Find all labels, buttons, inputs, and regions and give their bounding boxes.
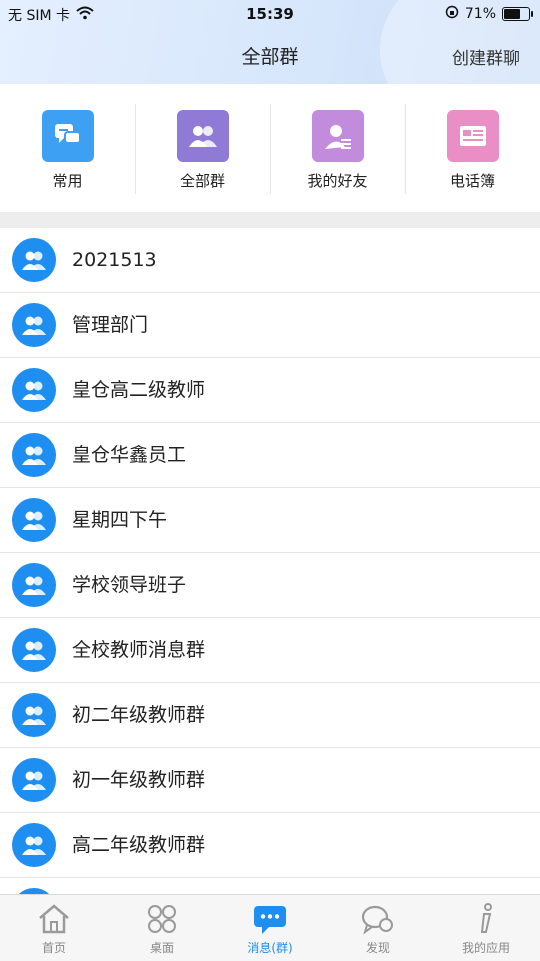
tab-my-apps[interactable]: 我的应用 [432,895,540,961]
group-row[interactable]: 皇仓华鑫员工 [0,423,540,488]
rotation-lock-icon [445,5,459,23]
battery-text: 71% [464,6,496,22]
group-name: 星期四下午 [72,509,168,531]
group-row[interactable]: 学校领导班子 [0,553,540,618]
group-name: 全校教师消息群 [72,639,206,661]
group-name: 管理部门 [72,314,149,336]
group-row[interactable]: 全校教师消息群 [0,618,540,683]
tab-home[interactable]: 首页 [0,895,108,961]
group-row[interactable]: 2021513 [0,228,540,293]
chat-bubbles-icon [41,110,94,162]
group-avatar-icon [12,433,56,477]
tab-label: 首页 [41,941,66,955]
message-icon [250,901,290,937]
quick-actions: 常用 全部群 我的好友 电话簿 [0,84,540,212]
create-group-button[interactable]: 创建群聊 [452,44,520,69]
status-right: 71% [445,5,533,23]
group-row[interactable]: 初一年级教师群 [0,748,540,813]
group-name: 初一年级教师群 [72,769,206,791]
group-name: 学校领导班子 [72,574,187,596]
group-avatar-icon [12,628,56,672]
discover-icon [358,901,398,937]
group-avatar-icon [12,368,56,412]
quick-label: 电话簿 [449,172,495,190]
status-bar: 无 SIM 卡 15:39 71% [0,0,540,28]
quick-label: 常用 [52,172,83,190]
group-row[interactable]: 高二年级教师群 [0,813,540,878]
tab-desktop[interactable]: 桌面 [108,895,216,961]
home-icon [34,901,74,937]
group-list: 2021513 管理部门 皇仓高二级教师 皇仓华鑫员工 星期四下午 学校领导班子 [0,228,540,894]
group-row[interactable]: 星期四下午 [0,488,540,553]
tab-label: 我的应用 [461,941,510,955]
group-name: 皇仓高二级教师 [72,379,206,401]
quick-item-phonebook[interactable]: 电话簿 [405,84,540,212]
quick-item-all-groups[interactable]: 全部群 [135,84,270,212]
group-row[interactable]: 皇仓高二级教师 [0,358,540,423]
desktop-grid-icon [142,901,182,937]
group-row[interactable]: 初二年级教师群 [0,683,540,748]
tab-label: 发现 [365,941,390,955]
group-avatar-icon [12,693,56,737]
group-avatar-icon [12,563,56,607]
group-row[interactable] [0,878,540,894]
battery-icon [502,7,533,21]
battery-fill [504,9,520,19]
tab-label: 消息(群) [247,941,293,955]
group-avatar-icon [12,498,56,542]
group-avatar-icon [12,823,56,867]
tab-label: 桌面 [149,941,174,955]
group-name: 初二年级教师群 [72,704,206,726]
quick-item-frequent[interactable]: 常用 [0,84,135,212]
header: 无 SIM 卡 15:39 71% 全部群 创建群聊 [0,0,540,84]
tab-discover[interactable]: 发现 [324,895,432,961]
friend-icon [311,110,364,162]
group-row[interactable]: 管理部门 [0,293,540,358]
group-icon [176,110,229,162]
group-avatar-icon [12,238,56,282]
quick-label: 我的好友 [307,172,368,190]
quick-label: 全部群 [179,172,225,190]
quick-item-friends[interactable]: 我的好友 [270,84,405,212]
group-name: 2021513 [72,249,157,271]
group-avatar-icon [12,303,56,347]
tab-messages[interactable]: 消息(群) [216,895,324,961]
group-avatar-icon [12,758,56,802]
group-name: 高二年级教师群 [72,834,206,856]
phonebook-icon [446,110,499,162]
section-divider [0,212,540,228]
info-icon [466,901,506,937]
group-name: 皇仓华鑫员工 [72,444,187,466]
tab-bar: 首页 桌面 消息(群) 发现 我的应用 [0,894,540,961]
